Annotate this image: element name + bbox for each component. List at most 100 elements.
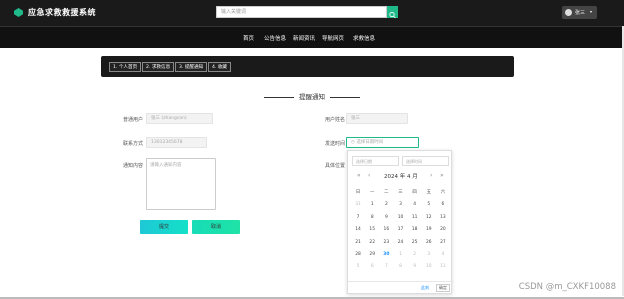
picker-year-month: 2024 年 4 月: [384, 174, 418, 180]
calendar-grid: 日一二三四五六 31 1 2 3 4 5 6 7 8 9 10 11 12 13 14 15 16 17 18 19 20…: [351, 187, 450, 274]
nav-announcements[interactable]: 公告信息: [264, 34, 286, 42]
content-placeholder: 请输入通知内容: [150, 163, 182, 168]
calendar-day[interactable]: 6: [436, 199, 450, 211]
calendar-day[interactable]: 1: [365, 199, 379, 211]
calendar-day[interactable]: 11: [408, 212, 422, 224]
username-field[interactable]: 张三: [346, 113, 408, 124]
calendar-day[interactable]: 21: [351, 237, 365, 249]
nav-news[interactable]: 新闻资讯: [293, 34, 315, 42]
calendar-day[interactable]: 15: [365, 224, 379, 236]
calendar-day[interactable]: 10: [422, 261, 436, 273]
weekday-label: 六: [440, 190, 446, 195]
calendar-day[interactable]: 8: [365, 212, 379, 224]
weekday-label: 五: [426, 190, 431, 195]
profile-tabs: 1. 个人首页 2. 求救信息 3. 提醒通知 4. 收藏: [101, 56, 514, 77]
now-button[interactable]: 此刻: [421, 285, 429, 291]
watermark: CSDN @m_CXKF10088: [518, 282, 616, 292]
calendar-day[interactable]: 16: [379, 224, 393, 236]
title-line-left: [264, 96, 294, 98]
calendar-day[interactable]: 12: [422, 212, 436, 224]
user-label: 普通用户: [123, 117, 144, 123]
calendar-week-row: 31 1 2 3 4 5 6: [351, 199, 450, 211]
content-textarea[interactable]: 请输入通知内容: [146, 158, 216, 210]
calendar-day[interactable]: 1: [393, 249, 407, 261]
picker-header: « ‹ 2024 年 4 月 › »: [348, 172, 453, 182]
calendar-day[interactable]: 17: [393, 224, 407, 236]
submit-button[interactable]: 提交: [140, 220, 188, 234]
calendar-day[interactable]: 19: [422, 224, 436, 236]
calendar-day[interactable]: 5: [422, 199, 436, 211]
calendar-day[interactable]: 4: [436, 249, 450, 261]
weekday-header: 日一二三四五六: [351, 187, 450, 199]
ok-button[interactable]: 确定: [436, 284, 450, 292]
avatar: [565, 9, 572, 16]
calendar-day[interactable]: 5: [351, 261, 365, 273]
section-title-text: 提醒通知: [299, 93, 325, 101]
calendar-day[interactable]: 30: [379, 249, 393, 261]
calendar-day[interactable]: 29: [365, 249, 379, 261]
calendar-day[interactable]: 2: [408, 249, 422, 261]
user-select[interactable]: 张三 (zhangsan): [146, 113, 213, 124]
calendar-day[interactable]: 6: [365, 261, 379, 273]
calendar-day[interactable]: 8: [393, 261, 407, 273]
calendar-day[interactable]: 18: [408, 224, 422, 236]
user-menu-button[interactable]: 张三 ▾: [562, 6, 597, 19]
prev-month-icon[interactable]: ‹: [368, 172, 370, 179]
tab-notifications[interactable]: 3. 提醒通知: [175, 62, 208, 72]
calendar-week-row: 14 15 16 17 18 19 20: [351, 224, 450, 236]
search-input[interactable]: 输入关键词: [216, 6, 387, 18]
calendar-week-row: 7 8 9 10 11 12 13: [351, 212, 450, 224]
calendar-day[interactable]: 13: [436, 212, 450, 224]
calendar-day[interactable]: 20: [436, 224, 450, 236]
calendar-day[interactable]: 22: [365, 237, 379, 249]
send-time-placeholder: 选择日期时间: [356, 140, 384, 145]
calendar-day[interactable]: 31: [351, 199, 365, 211]
calendar-day[interactable]: 11: [436, 261, 450, 273]
chevron-down-icon: ▾: [590, 9, 593, 14]
calendar-day[interactable]: 28: [351, 249, 365, 261]
nav-rescue-info[interactable]: 求救信息: [353, 34, 375, 42]
picker-time-input[interactable]: 选择时间: [402, 156, 449, 166]
contact-field[interactable]: 13012345678: [146, 137, 207, 148]
calendar-day[interactable]: 9: [408, 261, 422, 273]
next-year-icon[interactable]: »: [440, 172, 444, 179]
calendar-day[interactable]: 27: [436, 237, 450, 249]
calendar-day[interactable]: 4: [408, 199, 422, 211]
prev-year-icon[interactable]: «: [357, 172, 361, 179]
tab-rescue-info[interactable]: 2. 求救信息: [142, 62, 175, 72]
picker-date-input[interactable]: 选择日期: [352, 156, 399, 166]
next-month-icon[interactable]: ›: [430, 172, 432, 179]
weekday-label: 日: [355, 190, 361, 195]
search-button[interactable]: [387, 6, 398, 19]
title-line-right: [330, 96, 360, 98]
tab-personal-home[interactable]: 1. 个人首页: [109, 62, 142, 72]
send-time-label: 发送时间: [325, 141, 346, 147]
weekday-label: 四: [412, 190, 417, 195]
calendar-day[interactable]: 9: [379, 212, 393, 224]
calendar-day[interactable]: 24: [393, 237, 407, 249]
calendar-day[interactable]: 10: [393, 212, 407, 224]
calendar-day[interactable]: 14: [351, 224, 365, 236]
calendar-week-row: 5 6 7 8 9 10 11: [351, 261, 450, 273]
calendar-day[interactable]: 2: [379, 199, 393, 211]
calendar-day[interactable]: 26: [422, 237, 436, 249]
user-select-value: 张三 (zhangsan): [151, 116, 187, 121]
calendar-day[interactable]: 3: [393, 199, 407, 211]
main-nav: 首页 公告信息 新闻资讯 导航网页 求救信息: [0, 26, 624, 48]
weekday-label: 三: [398, 190, 403, 195]
calendar-day[interactable]: 23: [379, 237, 393, 249]
contact-value: 13012345678: [151, 140, 183, 145]
calendar-day[interactable]: 25: [408, 237, 422, 249]
calendar-day[interactable]: 7: [351, 212, 365, 224]
send-time-input[interactable]: ◷ 选择日期时间: [346, 137, 419, 148]
nav-navigation[interactable]: 导航网页: [322, 34, 344, 42]
cancel-button[interactable]: 取消: [192, 220, 240, 234]
calendar-week-row: 21 22 23 24 25 26 27: [351, 237, 450, 249]
calendar-day[interactable]: 7: [379, 261, 393, 273]
nav-home[interactable]: 首页: [243, 34, 254, 42]
search-icon: [389, 11, 396, 19]
weekday-label: 二: [384, 190, 389, 195]
tab-favorites[interactable]: 4. 收藏: [208, 62, 232, 72]
contact-label: 联系方式: [123, 141, 144, 147]
calendar-day[interactable]: 3: [422, 249, 436, 261]
